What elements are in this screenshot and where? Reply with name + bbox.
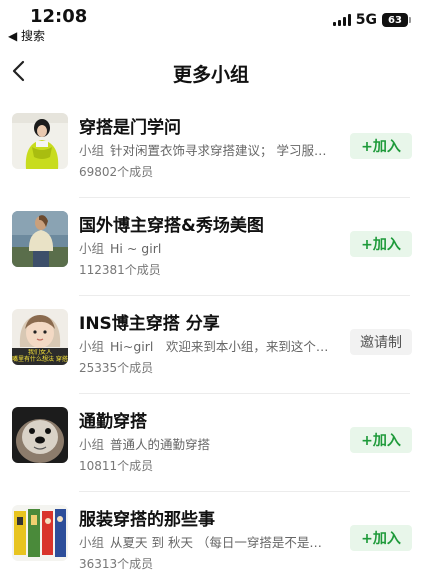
- group-tag: 小组: [79, 535, 105, 550]
- group-avatar: 我们女人 嘴里有什么想法 穿搭就: [12, 309, 68, 365]
- group-member-count: 36313个成员: [79, 557, 154, 571]
- status-icons: 5G 63: [332, 12, 411, 28]
- group-tag: 小组: [79, 339, 105, 354]
- group-item[interactable]: 通勤穿搭 小组 普通人的通勤穿搭 10811个成员 +加入: [0, 394, 422, 492]
- group-tag: 小组: [79, 437, 105, 452]
- battery-level: 63: [388, 14, 402, 26]
- join-button[interactable]: +加入: [350, 133, 412, 159]
- join-button[interactable]: +加入: [350, 231, 412, 257]
- group-item[interactable]: 服装穿搭的那些事 小组 从夏天 到 秋天 （每日一穿搭是不是… 36313个成员 …: [0, 492, 422, 573]
- group-tag: 小组: [79, 143, 105, 158]
- group-description: 小组 Hi~girl 欢迎来到本小组，来到这个…: [79, 336, 341, 355]
- join-button[interactable]: +加入: [350, 525, 412, 551]
- group-description-text: 针对闲置衣饰寻求穿搭建议； 学习服…: [110, 143, 327, 158]
- group-item[interactable]: 穿搭是门学问 小组 针对闲置衣饰寻求穿搭建议； 学习服… 69802个成员 +加入: [0, 100, 422, 198]
- group-description-text: 普通人的通勤穿搭: [110, 437, 211, 452]
- group-description-text: Hi ~ girl: [110, 241, 162, 256]
- group-name: 穿搭是门学问: [79, 118, 181, 138]
- battery-icon: 63: [382, 13, 411, 27]
- group-item[interactable]: 我们女人 嘴里有什么想法 穿搭就 INS博主穿搭 分享 小组 Hi~girl 欢迎…: [0, 296, 422, 394]
- group-member-count: 112381个成员: [79, 263, 161, 277]
- group-description: 小组 普通人的通勤穿搭: [79, 434, 341, 453]
- join-button[interactable]: +加入: [350, 427, 412, 453]
- navigation-bar: 更多小组: [0, 50, 422, 94]
- group-member-count: 25335个成员: [79, 361, 154, 375]
- page-title: 更多小组: [172, 64, 249, 86]
- group-name: INS博主穿搭 分享: [79, 314, 220, 334]
- group-description: 小组 Hi ~ girl: [79, 238, 341, 257]
- group-avatar: [12, 211, 68, 267]
- group-member-count: 69802个成员: [79, 165, 154, 179]
- group-description: 小组 针对闲置衣饰寻求穿搭建议； 学习服…: [79, 140, 341, 159]
- status-bar: 12:08 ◀ 搜索 5G 63: [0, 0, 422, 44]
- group-name: 国外博主穿搭&秀场美图: [79, 216, 264, 236]
- group-item[interactable]: 国外博主穿搭&秀场美图 小组 Hi ~ girl 112381个成员 +加入: [0, 198, 422, 296]
- group-description-text: 从夏天 到 秋天 （每日一穿搭是不是…: [110, 535, 322, 550]
- group-member-count: 10811个成员: [79, 459, 154, 473]
- group-name: 服装穿搭的那些事: [79, 510, 215, 530]
- back-to-search-link[interactable]: ◀ 搜索: [8, 27, 45, 44]
- group-description: 小组 从夏天 到 秋天 （每日一穿搭是不是…: [79, 532, 341, 551]
- invite-only-button[interactable]: 邀请制: [350, 329, 412, 355]
- group-list: 穿搭是门学问 小组 针对闲置衣饰寻求穿搭建议； 学习服… 69802个成员 +加入…: [0, 100, 422, 573]
- group-description-text: Hi~girl 欢迎来到本小组，来到这个…: [110, 339, 329, 354]
- clock: 12:08: [30, 6, 88, 27]
- cellular-signal-icon: [332, 14, 351, 26]
- group-tag: 小组: [79, 241, 105, 256]
- group-avatar: [12, 113, 68, 169]
- group-name: 通勤穿搭: [79, 412, 147, 432]
- thumb-caption: 我们女人 嘴里有什么想法 穿搭就: [12, 349, 68, 363]
- thumb-caption-line: 嘴里有什么想法 穿搭就: [12, 356, 68, 363]
- network-type: 5G: [355, 12, 377, 28]
- group-avatar: [12, 407, 68, 463]
- group-avatar: [12, 505, 68, 561]
- thumb-caption-line: 我们女人: [27, 349, 52, 356]
